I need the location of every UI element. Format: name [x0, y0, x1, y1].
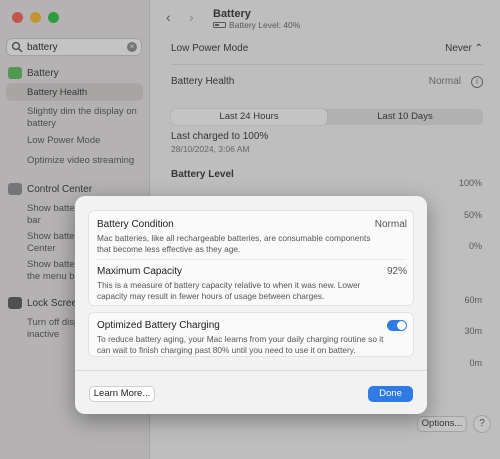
maximum-capacity-title: Maximum Capacity	[97, 266, 183, 277]
optimized-charging-desc: To reduce battery aging, your Mac learns…	[97, 334, 384, 355]
battery-health-dialog: Battery Condition Normal Mac batteries, …	[75, 196, 427, 414]
done-button[interactable]: Done	[368, 386, 413, 402]
maximum-capacity-desc: This is a measure of battery capacity re…	[97, 280, 361, 301]
optimized-charging-item: Optimized Battery Charging To reduce bat…	[97, 320, 407, 355]
maximum-capacity-value: 92%	[386, 266, 407, 277]
optimized-charging-card: Optimized Battery Charging To reduce bat…	[88, 312, 414, 357]
battery-condition-desc: Mac batteries, like all rechargeable bat…	[97, 233, 371, 254]
dialog-separator	[75, 370, 427, 371]
learn-more-button[interactable]: Learn More...	[89, 386, 155, 402]
battery-condition-title: Battery Condition	[97, 219, 174, 230]
maximum-capacity-item: Maximum Capacity 92% This is a measure o…	[97, 266, 407, 301]
battery-condition-value: Normal	[374, 219, 407, 230]
battery-condition-item: Battery Condition Normal Mac batteries, …	[97, 219, 407, 254]
optimized-charging-title: Optimized Battery Charging	[97, 320, 220, 331]
health-info-card: Battery Condition Normal Mac batteries, …	[88, 210, 414, 306]
divider	[97, 259, 405, 260]
optimized-charging-toggle[interactable]	[387, 320, 407, 331]
